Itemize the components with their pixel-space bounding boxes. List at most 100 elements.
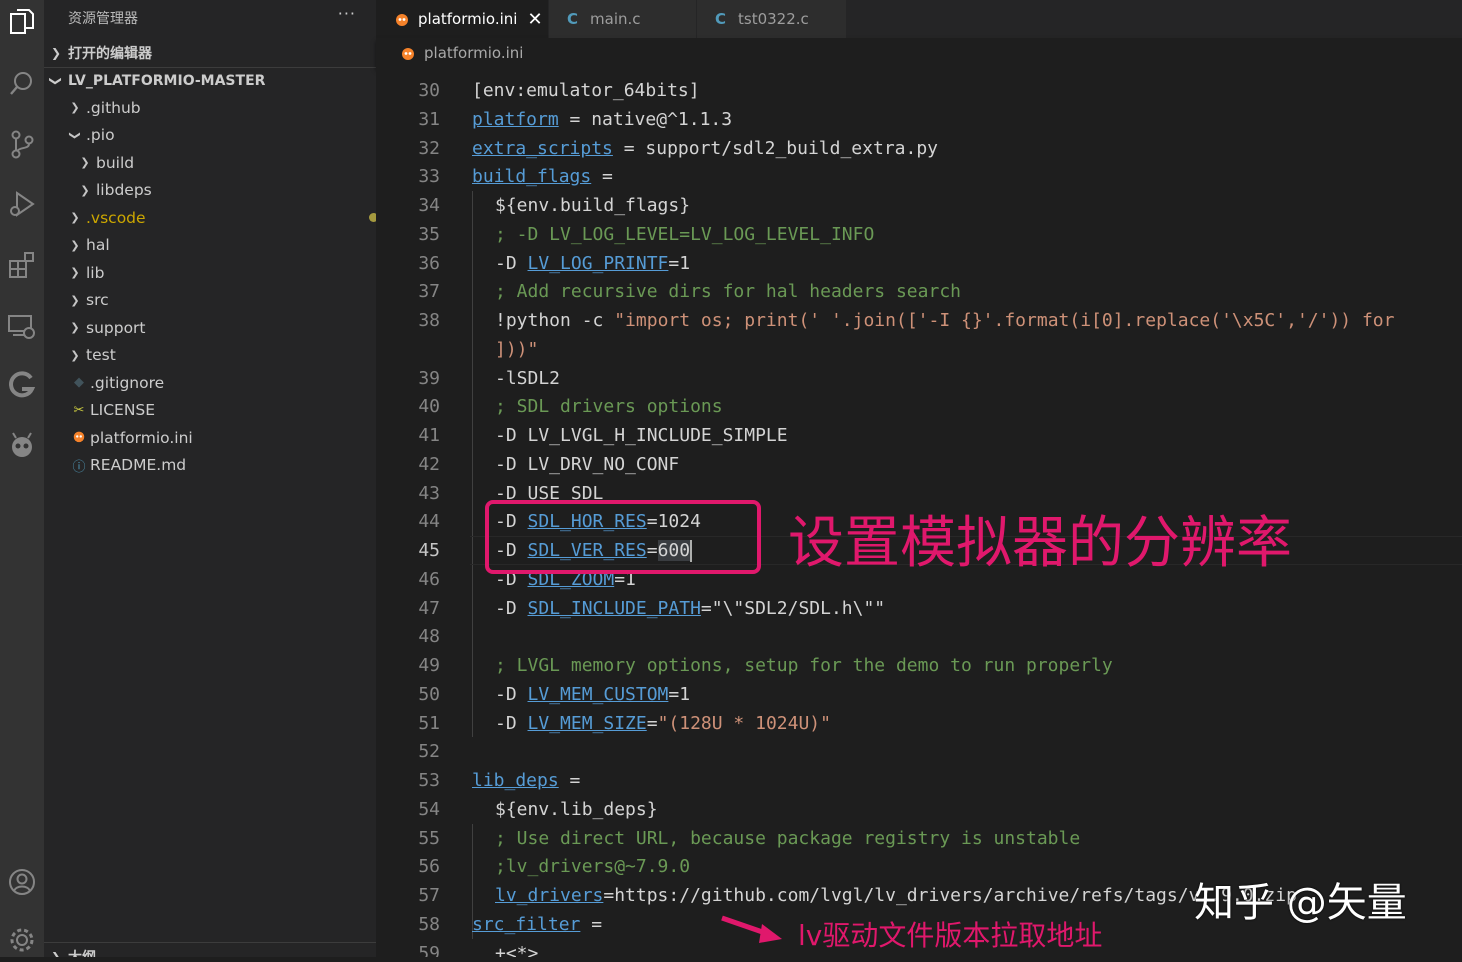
code-line[interactable]: -D SDL_INCLUDE_PATH="\"SDL2/SDL.h\"" <box>495 594 885 623</box>
annotation-driver-url: lv驱动文件版本拉取地址 <box>798 919 1103 952</box>
outline-section[interactable]: ❯ 大纲 <box>44 944 376 957</box>
tree-item[interactable]: ❯ build <box>44 149 376 176</box>
code-line[interactable]: ; Add recursive dirs for hal headers sea… <box>495 277 961 306</box>
chevron-right-icon: ❯ <box>70 211 80 224</box>
chevron-right-icon: ❯ <box>50 46 62 60</box>
line-number: 56 <box>418 856 440 878</box>
code-line[interactable]: -D LV_LOG_PRINTF=1 <box>495 249 690 278</box>
line-number: 42 <box>418 453 440 475</box>
code-line[interactable]: [env:emulator_64bits] <box>472 76 700 105</box>
search-icon[interactable] <box>0 62 44 106</box>
chevron-right-icon: ❯ <box>50 950 62 957</box>
source-control-icon[interactable] <box>0 122 44 166</box>
code-token: +<*> <box>495 942 539 958</box>
tree-item[interactable]: ❯ support <box>44 314 376 341</box>
code-token: ;lv_drivers@~7.9.0 <box>495 856 691 878</box>
close-tab-icon[interactable]: ✕ <box>527 9 542 30</box>
tree-item[interactable]: ❯ .vscode <box>44 204 376 231</box>
code-line[interactable]: +<*> <box>495 939 538 958</box>
code-token: -D LV_LVGL_H_INCLUDE_SIMPLE <box>495 425 788 446</box>
line-number: 33 <box>418 166 440 188</box>
code-line[interactable]: ; Use direct URL, because package regist… <box>495 824 1080 853</box>
explorer-icon[interactable] <box>0 0 44 44</box>
tree-item[interactable]: ◆ .gitignore <box>44 369 376 396</box>
tree-item-label: test <box>86 346 116 364</box>
diamond-icon: ◆ <box>74 375 84 390</box>
run-debug-icon[interactable] <box>0 182 44 226</box>
tree-item[interactable]: ❯ test <box>44 342 376 369</box>
code-line[interactable]: ]))" <box>495 335 538 364</box>
tree-item[interactable]: ⓘ README.md <box>44 452 376 479</box>
tab-platformio-ini[interactable]: platformio.ini ✕ <box>376 0 548 38</box>
chevron-down-icon: ❯ <box>49 75 63 87</box>
remote-explorer-icon[interactable] <box>0 304 44 348</box>
chevron-right-icon: ❯ <box>80 183 90 197</box>
tree-item[interactable]: ❯ hal <box>44 232 376 259</box>
line-number: 50 <box>418 683 440 705</box>
code-line[interactable]: ${env.build_flags} <box>495 191 690 220</box>
code-line[interactable]: ; LVGL memory options, setup for the dem… <box>495 651 1113 680</box>
code-line[interactable]: extra_scripts = support/sdl2_build_extra… <box>472 134 938 163</box>
gitlens-icon[interactable] <box>0 363 44 407</box>
line-number: 46 <box>418 568 440 590</box>
line-number: 34 <box>418 195 440 216</box>
open-editors-section[interactable]: ❯ 打开的编辑器 <box>44 40 376 66</box>
indent-guide <box>472 191 473 738</box>
breadcrumb-file[interactable]: platformio.ini <box>424 44 523 62</box>
tree-item-label: platformio.ini <box>90 428 193 447</box>
code-token: LV_MEM_CUSTOM <box>527 683 669 705</box>
tab-tst0322-c[interactable]: C tst0322.c <box>697 0 846 38</box>
code-token: -D LV_DRV_NO_CONF <box>495 453 680 475</box>
tree-item[interactable]: platformio.ini <box>44 424 376 451</box>
tab-main-c[interactable]: C main.c <box>549 0 696 38</box>
tree-item[interactable]: ❯ .pio <box>44 122 376 149</box>
tab-label: tst0322.c <box>738 10 809 28</box>
chevron-right-icon: ❯ <box>70 321 80 334</box>
line-number: 54 <box>418 798 440 820</box>
tree-item[interactable]: ❯ .github <box>44 94 376 121</box>
settings-gear-icon[interactable] <box>0 918 44 962</box>
code-token: build_flags <box>472 166 592 188</box>
code-token: [env:emulator_64bits] <box>472 80 700 101</box>
platformio-icon <box>400 45 416 61</box>
tree-item[interactable]: ❯ src <box>44 287 376 314</box>
platformio-icon[interactable] <box>0 423 44 467</box>
tree-item[interactable]: ❯ libdeps <box>44 177 376 204</box>
code-line[interactable]: platform = native@^1.1.3 <box>472 105 732 134</box>
line-number: 39 <box>418 367 440 389</box>
tab-label: platformio.ini <box>418 10 518 28</box>
code-line[interactable]: !python -c "import os; print(' '.join(['… <box>495 306 1394 335</box>
extensions-icon[interactable] <box>0 243 44 287</box>
code-line[interactable]: src_filter = <box>472 910 602 939</box>
tree-item[interactable]: ✂ LICENSE <box>44 397 376 424</box>
code-line[interactable]: -D LV_MEM_SIZE="(128U * 1024U)" <box>495 709 831 738</box>
line-number: 45 <box>418 540 440 561</box>
code-token: -D <box>495 712 528 734</box>
account-icon[interactable] <box>0 860 44 904</box>
more-actions-icon[interactable]: ··· <box>338 4 356 23</box>
code-line[interactable]: ;lv_drivers@~7.9.0 <box>495 852 690 881</box>
code-line[interactable]: ; SDL drivers options <box>495 392 723 421</box>
tree-item[interactable]: ❯ lib <box>44 259 376 286</box>
code-line[interactable]: -D LV_MEM_CUSTOM=1 <box>495 680 690 709</box>
code-line[interactable]: build_flags = <box>472 162 613 191</box>
code-line[interactable]: -D LV_LVGL_H_INCLUDE_SIMPLE <box>495 421 788 450</box>
explorer-sidebar: 资源管理器 ··· ❯ 打开的编辑器 ❯ LV_PLATFORMIO-MASTE… <box>44 0 376 957</box>
code-line[interactable]: ${env.lib_deps} <box>495 795 658 824</box>
open-editors-label: 打开的编辑器 <box>68 46 152 62</box>
code-line[interactable]: -lSDL2 <box>495 364 560 393</box>
code-token: "import os; print(' '.join(['-I {}'.form… <box>614 310 1395 331</box>
code-token: = native@^1.1.3 <box>558 108 733 130</box>
code-token: ="\"SDL2/SDL.h\"" <box>700 597 886 619</box>
tree-item-label: LICENSE <box>90 401 156 419</box>
breadcrumb[interactable]: platformio.ini <box>376 38 1462 68</box>
code-line[interactable]: lv_drivers=https://github.com/lvgl/lv_dr… <box>495 881 1297 910</box>
chevron-right-icon: ❯ <box>70 348 80 362</box>
c-file-icon: C <box>715 10 727 28</box>
code-line[interactable]: lib_deps = <box>472 766 580 795</box>
code-token: = <box>591 166 613 188</box>
watermark: 知乎 @矢量 <box>1194 880 1407 926</box>
project-section[interactable]: ❯ LV_PLATFORMIO-MASTER <box>44 68 376 94</box>
code-line[interactable]: -D LV_DRV_NO_CONF <box>495 450 679 479</box>
code-line[interactable]: ; -D LV_LOG_LEVEL=LV_LOG_LEVEL_INFO <box>495 220 874 249</box>
